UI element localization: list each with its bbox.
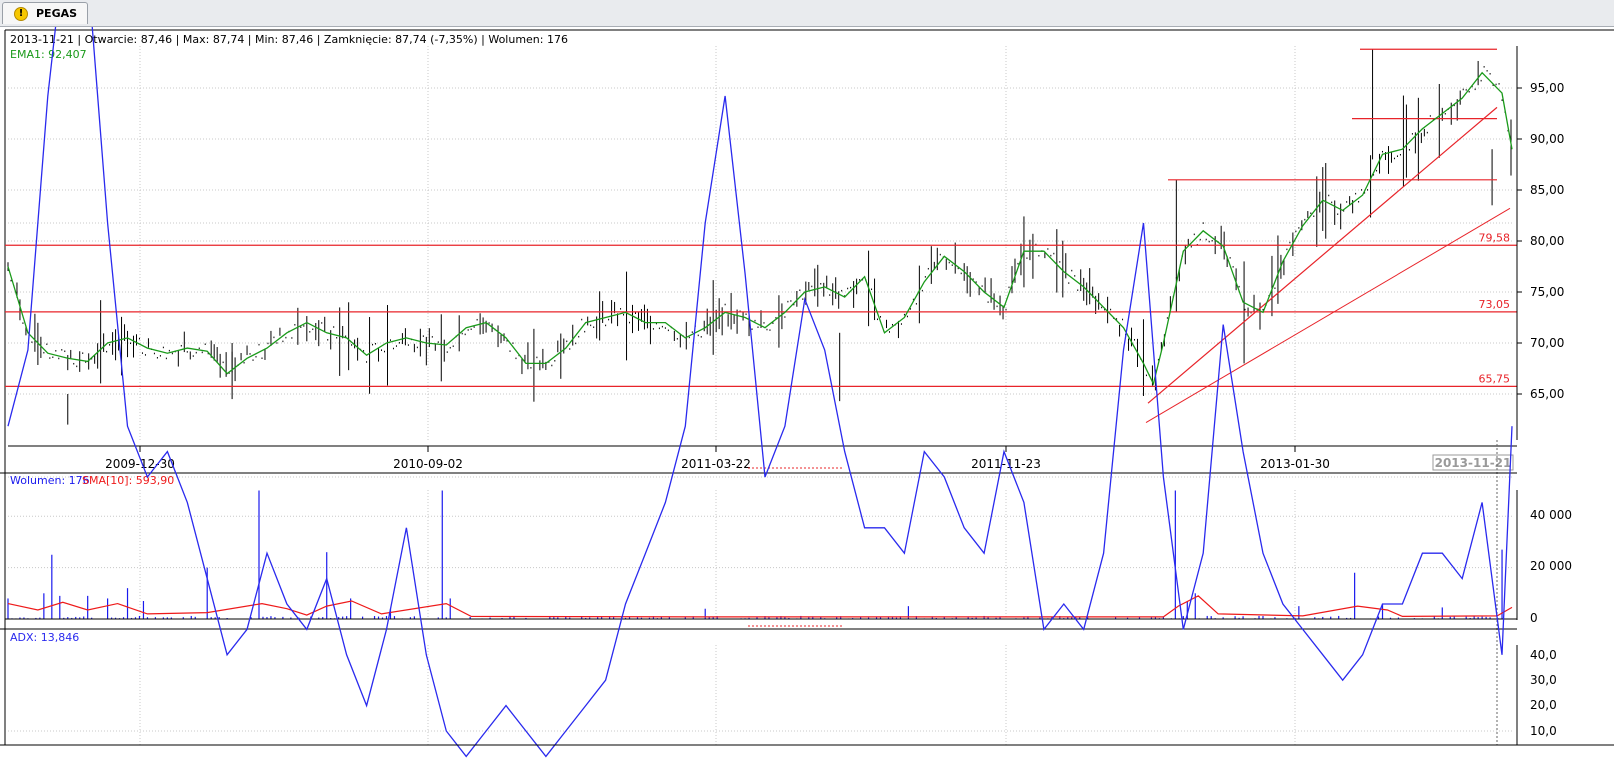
adx-ytick-30: 30,0 bbox=[1530, 673, 1557, 687]
price-y-ticks: 65,00 70,00 75,00 80,00 85,00 90,00 95,00 bbox=[1517, 81, 1564, 401]
support-value-label: 73,05 bbox=[1479, 298, 1511, 311]
support-value-label: 65,75 bbox=[1479, 372, 1511, 385]
price-ytick-label: 70,00 bbox=[1530, 336, 1564, 350]
adx-line bbox=[7, 27, 1513, 758]
warning-icon: ! bbox=[14, 7, 28, 21]
tab-label: PEGAS bbox=[36, 7, 78, 20]
price-ytick-label: 75,00 bbox=[1530, 285, 1564, 299]
cursor-date-label: 2013-11-21 bbox=[1435, 456, 1512, 470]
ema-label: EMA1: 92,407 bbox=[10, 48, 87, 61]
volume-label: Wolumen: 176 bbox=[10, 474, 90, 487]
x-label-3: 2011-03-22 bbox=[681, 457, 751, 471]
price-ytick-label: 80,00 bbox=[1530, 234, 1564, 248]
adx-label: ADX: 13,846 bbox=[10, 631, 79, 644]
x-label-2: 2010-09-02 bbox=[393, 457, 463, 471]
sma-line bbox=[7, 595, 1513, 618]
support-value-label: 79,58 bbox=[1479, 231, 1511, 244]
ema-line bbox=[7, 71, 1513, 386]
x-axis-ticks bbox=[139, 446, 1296, 452]
price-ytick-label: 90,00 bbox=[1530, 132, 1564, 146]
sma-label: SMA[10]: 593,90 bbox=[82, 474, 174, 487]
trend-line-lower bbox=[1145, 207, 1511, 423]
price-ytick-label: 85,00 bbox=[1530, 183, 1564, 197]
tab-pegas[interactable]: ! PEGAS bbox=[2, 2, 88, 24]
price-ytick-label: 65,00 bbox=[1530, 387, 1564, 401]
volume-ytick-0: 0 bbox=[1530, 611, 1538, 625]
tab-bar: ! PEGAS bbox=[0, 0, 1614, 27]
price-ytick-label: 95,00 bbox=[1530, 81, 1564, 95]
adx-ytick-40: 40,0 bbox=[1530, 648, 1557, 662]
support-labels: 79,58 73,05 65,75 bbox=[1479, 231, 1511, 385]
volume-ytick-20000: 20 000 bbox=[1530, 559, 1572, 573]
adx-ytick-20: 20,0 bbox=[1530, 698, 1557, 712]
stock-chart[interactable]: 65,00 70,00 75,00 80,00 85,00 90,00 95,00 79,5… bbox=[0, 27, 1614, 766]
x-label-4: 2011-11-23 bbox=[971, 457, 1041, 471]
adx-ytick-10: 10,0 bbox=[1530, 724, 1557, 738]
volume-bars bbox=[7, 490, 1503, 619]
trend-line-upper bbox=[1147, 106, 1498, 404]
volume-ytick-40000: 40 000 bbox=[1530, 508, 1572, 522]
x-label-5: 2013-01-30 bbox=[1260, 457, 1330, 471]
